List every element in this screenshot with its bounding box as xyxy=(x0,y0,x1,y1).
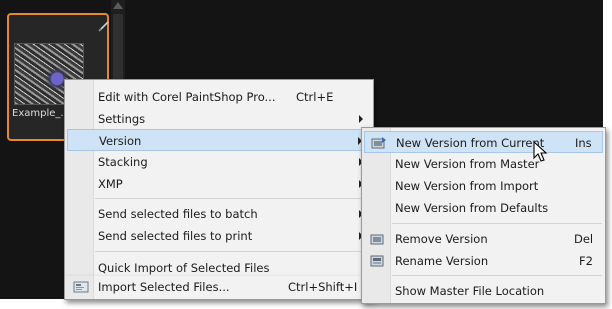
menu-separator xyxy=(392,275,602,276)
context-menu: Edit with Corel PaintShop Pro... Ctrl+E … xyxy=(64,79,374,278)
import-icon xyxy=(73,281,89,293)
menu-item-label: New Version from Import xyxy=(395,179,539,193)
menu-item-label: Send selected files to batch xyxy=(98,207,258,221)
context-menu-bottom: Import Selected Files... Ctrl+Shift+I xyxy=(64,276,374,300)
menu-item-label: Settings xyxy=(98,112,146,126)
menu-separator xyxy=(95,251,370,252)
menu-item-label: Edit with Corel PaintShop Pro... xyxy=(98,90,276,104)
menu-item-label: Show Master File Location xyxy=(395,284,545,298)
menu-item-send-to-print[interactable]: Send selected files to print xyxy=(67,225,371,247)
app-window: Example_...S Edit with Corel PaintShop P… xyxy=(0,0,612,309)
pen-icon[interactable] xyxy=(98,20,110,32)
menu-item-new-version-from-current[interactable]: New Version from Current Ins xyxy=(364,131,603,153)
menu-item-xmp[interactable]: XMP xyxy=(67,173,371,195)
menu-item-shortcut: Ins xyxy=(575,136,592,150)
menu-item-new-version-from-master[interactable]: New Version from Master xyxy=(364,153,603,175)
menu-separator xyxy=(95,198,370,199)
menu-item-label: Rename Version xyxy=(395,254,489,268)
menu-separator xyxy=(392,223,602,224)
scroll-up-arrow-icon[interactable] xyxy=(113,2,123,9)
menu-item-label: New Version from Current xyxy=(396,136,545,150)
menu-item-label: Remove Version xyxy=(395,232,488,246)
menu-item-label: New Version from Master xyxy=(395,157,540,171)
menu-item-show-master-file-location[interactable]: Show Master File Location xyxy=(364,280,603,302)
menu-item-shortcut: Ctrl+E xyxy=(296,90,334,104)
menu-item-remove-version[interactable]: Remove Version Del xyxy=(364,228,603,250)
mouse-pointer-icon xyxy=(533,141,548,162)
menu-item-send-to-batch[interactable]: Send selected files to batch xyxy=(67,203,371,225)
menu-item-label: Import Selected Files... xyxy=(98,280,230,294)
menu-item-label: New Version from Defaults xyxy=(395,201,549,215)
menu-item-label: Version xyxy=(99,134,142,148)
menu-item-settings[interactable]: Settings xyxy=(67,108,371,130)
rename-version-icon xyxy=(370,255,384,267)
menu-item-shortcut: F2 xyxy=(579,254,593,268)
menu-item-new-version-from-import[interactable]: New Version from Import xyxy=(364,175,603,197)
menu-item-new-version-from-defaults[interactable]: New Version from Defaults xyxy=(364,197,603,219)
menu-item-edit-with-paintshop[interactable]: Edit with Corel PaintShop Pro... Ctrl+E xyxy=(67,86,371,108)
new-version-icon xyxy=(371,137,386,149)
menu-item-shortcut: Del xyxy=(574,232,594,246)
menu-item-shortcut: Ctrl+Shift+I xyxy=(288,280,358,294)
submenu-arrow-icon xyxy=(359,115,363,123)
remove-version-icon xyxy=(370,234,384,245)
menu-item-stacking[interactable]: Stacking xyxy=(67,151,371,173)
version-submenu: New Version from Current Ins New Version… xyxy=(361,127,606,304)
menu-item-label: Stacking xyxy=(98,155,148,169)
menu-item-version[interactable]: Version xyxy=(67,129,371,151)
menu-item-import-selected[interactable]: Import Selected Files... Ctrl+Shift+I xyxy=(67,276,371,298)
menu-item-label: XMP xyxy=(98,177,123,191)
menu-item-label: Send selected files to print xyxy=(98,229,253,243)
menu-item-rename-version[interactable]: Rename Version F2 xyxy=(364,250,603,272)
